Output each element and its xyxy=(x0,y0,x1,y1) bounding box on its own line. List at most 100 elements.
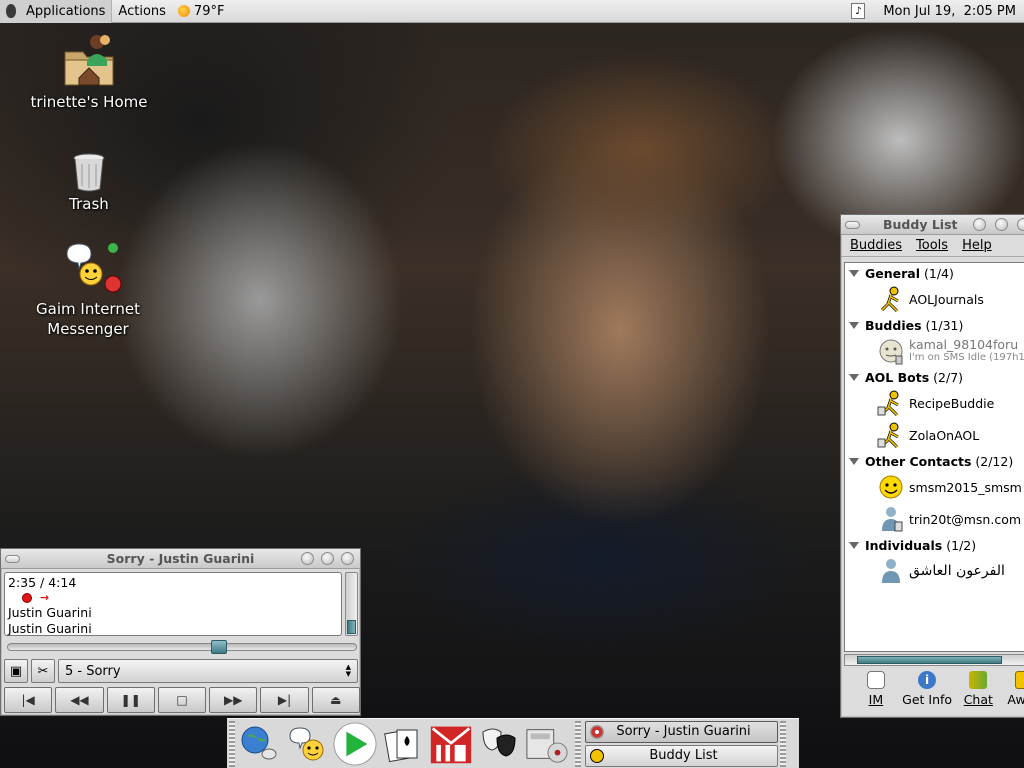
window-menu-button[interactable] xyxy=(845,220,860,229)
fast-forward-button[interactable]: ▶▶ xyxy=(209,687,258,713)
playlist-button[interactable]: ▣ xyxy=(4,659,28,683)
actions-menu[interactable]: Actions xyxy=(112,0,172,23)
gaim-smiley-icon xyxy=(289,726,324,760)
buddy-list-window: Buddy List Buddies Tools Help General (1… xyxy=(840,214,1024,718)
launcher-card-game[interactable] xyxy=(381,722,425,766)
record-icon xyxy=(22,593,32,603)
volume-slider-thumb[interactable] xyxy=(347,620,356,634)
menu-help[interactable]: Help xyxy=(962,238,992,253)
player-titlebar[interactable]: Sorry - Justin Guarini xyxy=(1,549,360,569)
panel-grip[interactable] xyxy=(780,720,786,767)
transport-controls: |◀ ◀◀ ❚❚ □ ▶▶ ▶| ⏏ xyxy=(4,687,360,713)
weather-temperature: 79°F xyxy=(193,3,225,19)
launcher-mail[interactable] xyxy=(429,722,473,766)
gnome-foot-icon xyxy=(4,3,20,19)
bottom-panel: Sorry - Justin Guarini Buddy List xyxy=(227,718,799,768)
group-aol-bots[interactable]: AOL Bots (2/7) xyxy=(845,367,1024,387)
maximize-button[interactable] xyxy=(995,218,1008,231)
previous-track-button[interactable]: |◀ xyxy=(4,687,53,713)
minimize-button[interactable] xyxy=(973,218,986,231)
panel-grip[interactable] xyxy=(229,720,235,767)
window-menu-button[interactable] xyxy=(5,554,20,563)
desktop-icon-trash[interactable]: Trash xyxy=(48,152,130,213)
weather-applet[interactable]: 79°F xyxy=(172,0,231,23)
launcher-gaim[interactable] xyxy=(285,722,329,766)
chat-button[interactable]: Chat xyxy=(958,671,998,715)
expander-icon xyxy=(849,541,859,549)
playlist-icon: ▣ xyxy=(9,663,23,679)
launcher-media-player[interactable] xyxy=(333,721,377,766)
desktop-icon-home[interactable]: trinette's Home xyxy=(30,30,148,111)
close-button[interactable] xyxy=(341,552,354,565)
applications-menu-label: Applications xyxy=(26,3,106,19)
group-count: (1/31) xyxy=(925,317,964,333)
group-individuals[interactable]: Individuals (1/2) xyxy=(845,535,1024,555)
applications-menu[interactable]: Applications xyxy=(0,0,113,23)
group-count: (1/2) xyxy=(946,537,977,553)
close-button[interactable] xyxy=(1017,218,1024,231)
desktop-icon-gaim[interactable]: Gaim Internet Messenger xyxy=(26,236,150,339)
up-down-arrows-icon: ▲ ▼ xyxy=(345,663,351,678)
buddy-item[interactable]: الفرعون العاشق xyxy=(845,555,1024,587)
group-other-contacts[interactable]: Other Contacts (2/12) xyxy=(845,451,1024,471)
group-general[interactable]: General (1/4) xyxy=(845,263,1024,283)
minimize-button[interactable] xyxy=(301,552,314,565)
buddy-list-menubar: Buddies Tools Help xyxy=(841,235,1024,257)
away-button[interactable]: Away xyxy=(1004,671,1024,715)
buddy-item[interactable]: ZolaOnAOL xyxy=(845,419,1024,451)
buddy-list-hscrollbar[interactable] xyxy=(844,654,1024,666)
pause-button[interactable]: ❚❚ xyxy=(106,687,155,713)
buddy-status: I'm on SMS Idle (197h19 xyxy=(909,352,1024,363)
eject-button[interactable]: ⏏ xyxy=(311,687,360,713)
group-buddies[interactable]: Buddies (1/31) xyxy=(845,315,1024,335)
launcher-computer[interactable] xyxy=(525,722,569,766)
clock-text: Mon Jul 19, 2:05 PM xyxy=(883,3,1016,19)
desktop-icon-home-label: trinette's Home xyxy=(30,93,148,111)
chat-arrow-icon xyxy=(969,671,988,689)
skip-back-icon: |◀ xyxy=(21,693,35,707)
get-info-button[interactable]: i Get Info xyxy=(902,671,953,715)
buddy-name: ZolaOnAOL xyxy=(909,427,980,443)
expander-icon xyxy=(849,269,859,277)
maximize-button[interactable] xyxy=(321,552,334,565)
yahoo-smiley-icon xyxy=(877,473,905,501)
task-button-buddy-list[interactable]: Buddy List xyxy=(585,744,778,767)
seek-bar[interactable] xyxy=(7,640,357,654)
menu-tools[interactable]: Tools xyxy=(916,238,948,253)
volume-slider[interactable] xyxy=(345,572,358,636)
next-track-button[interactable]: ▶| xyxy=(260,687,309,713)
launcher-theater[interactable] xyxy=(477,722,521,766)
buddy-item[interactable]: AOLJournals xyxy=(845,283,1024,315)
player-artist: Justin Guarini xyxy=(8,605,92,620)
panel-grip[interactable] xyxy=(575,720,581,767)
group-count: (1/4) xyxy=(924,265,954,281)
speech-bubble-icon xyxy=(866,671,885,689)
buddy-list-titlebar[interactable]: Buddy List xyxy=(841,215,1024,235)
menu-buddies[interactable]: Buddies xyxy=(850,238,902,253)
buddy-name: الفرعون العاشق xyxy=(909,563,1005,579)
buddy-item[interactable]: smsm2015_smsm xyxy=(845,471,1024,503)
track-selector[interactable]: 5 - Sorry ▲ ▼ xyxy=(58,659,358,683)
eject-icon: ⏏ xyxy=(330,693,342,707)
msn-person-icon xyxy=(877,557,905,585)
group-count: (2/7) xyxy=(933,369,964,385)
preferences-button[interactable]: ✂ xyxy=(31,659,55,683)
scrollbar-thumb[interactable] xyxy=(857,656,1002,664)
group-name: AOL Bots xyxy=(865,369,930,385)
aim-running-man-icon xyxy=(877,285,905,313)
buddy-item[interactable]: kamal_98104foru I'm on SMS Idle (197h19 xyxy=(845,335,1024,367)
clock[interactable]: Mon Jul 19, 2:05 PM xyxy=(877,0,1024,23)
media-player-icon xyxy=(590,724,604,739)
seek-bar-thumb[interactable] xyxy=(211,640,227,654)
launcher-web-browser[interactable] xyxy=(237,722,281,766)
im-button[interactable]: IM xyxy=(856,671,896,715)
rewind-button[interactable]: ◀◀ xyxy=(55,687,104,713)
volume-applet[interactable]: ♪ xyxy=(845,0,877,23)
stop-button[interactable]: □ xyxy=(157,687,207,713)
player-controls-row: ▣ ✂ 5 - Sorry ▲ ▼ xyxy=(4,659,358,683)
home-folder-icon xyxy=(59,30,119,90)
task-button-player[interactable]: Sorry - Justin Guarini xyxy=(585,720,778,743)
group-name: Individuals xyxy=(865,537,943,553)
buddy-item[interactable]: RecipeBuddie xyxy=(845,387,1024,419)
buddy-item[interactable]: trin20t@msn.com xyxy=(845,503,1024,535)
